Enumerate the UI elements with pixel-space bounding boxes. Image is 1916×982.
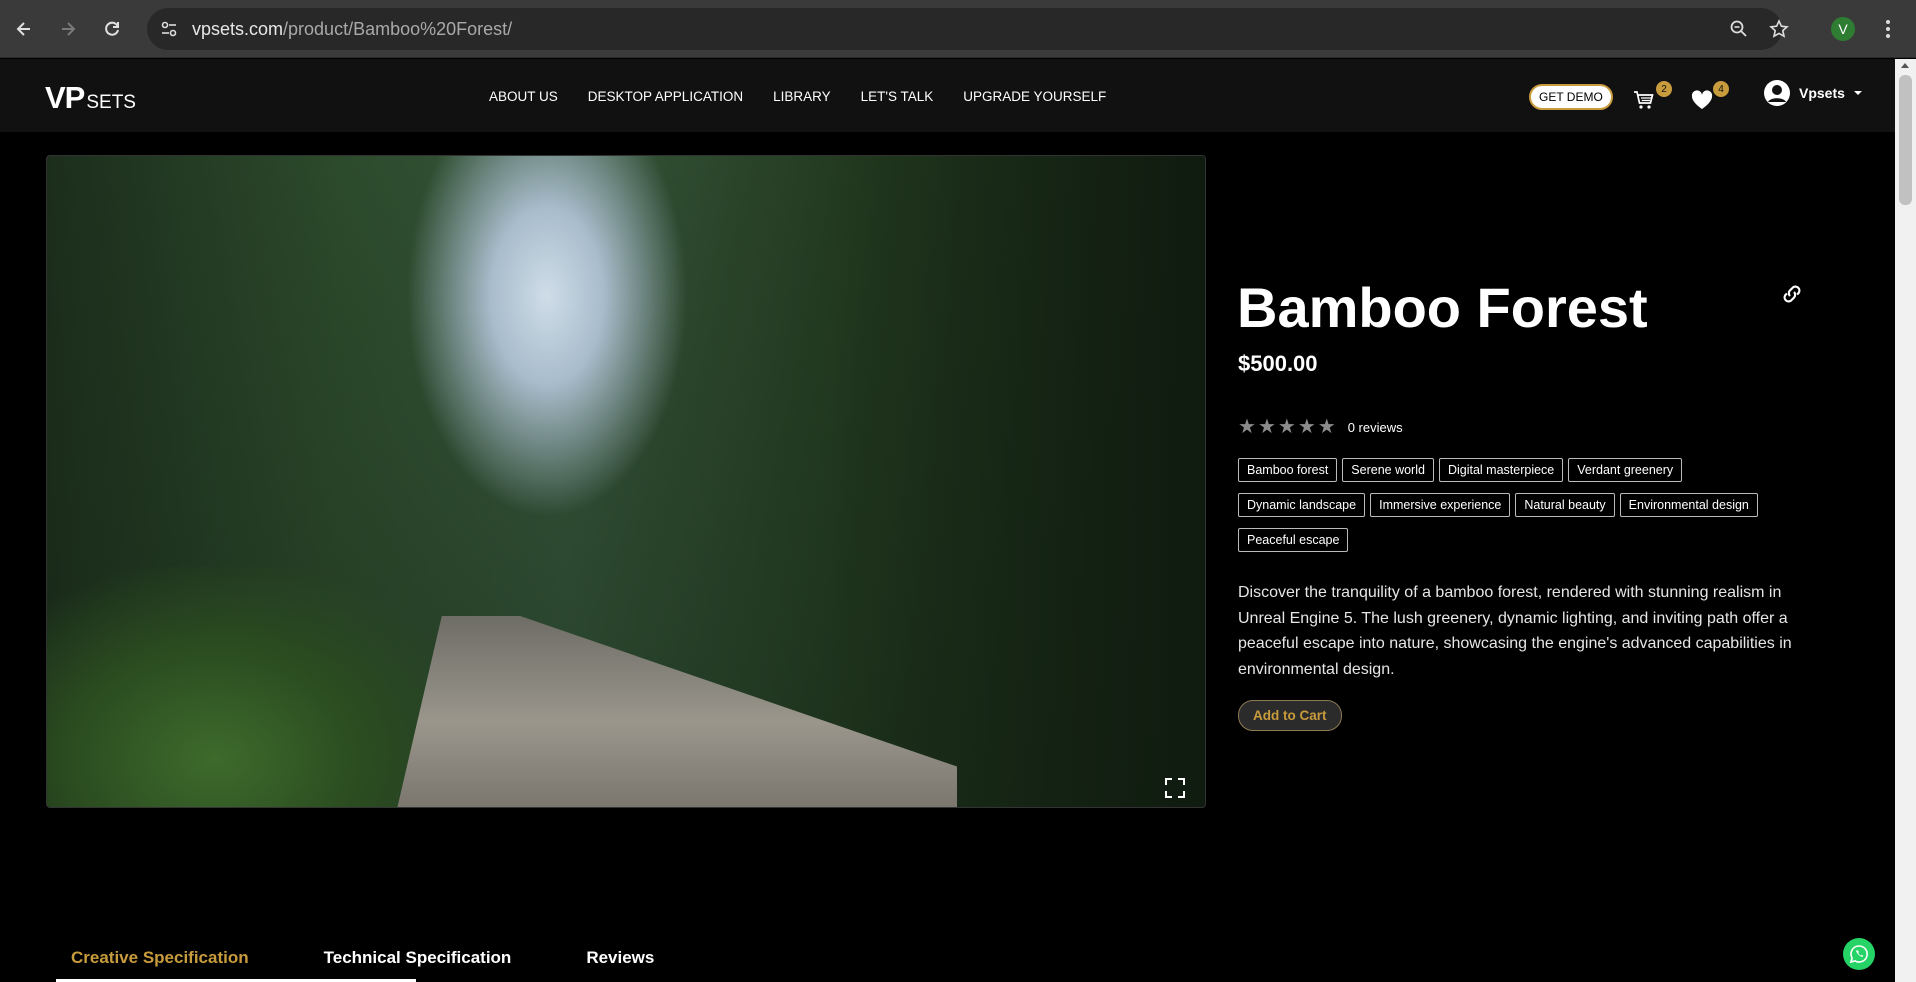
user-name: Vpsets bbox=[1799, 85, 1845, 101]
whatsapp-icon bbox=[1849, 945, 1868, 964]
tag-item[interactable]: Bamboo forest bbox=[1238, 458, 1338, 482]
product-price: $500.00 bbox=[1238, 351, 1318, 376]
tag-item[interactable]: Environmental design bbox=[1619, 493, 1758, 517]
tag-item[interactable]: Peaceful escape bbox=[1238, 528, 1349, 552]
zoom-icon bbox=[1730, 20, 1747, 37]
forward-button[interactable] bbox=[53, 14, 83, 44]
reviews-count[interactable]: 0 reviews bbox=[1348, 420, 1403, 435]
tag-item[interactable]: Dynamic landscape bbox=[1238, 493, 1366, 517]
add-to-cart-button[interactable]: Add to Cart bbox=[1238, 700, 1342, 731]
cart-button[interactable] bbox=[1631, 87, 1657, 113]
tag-item[interactable]: Immersive experience bbox=[1370, 493, 1511, 517]
tab-creative-specification[interactable]: Creative Specification bbox=[71, 948, 249, 968]
star-icon: ★ bbox=[1317, 416, 1336, 438]
star-icon: ★ bbox=[1238, 416, 1256, 438]
link-icon[interactable] bbox=[1780, 282, 1804, 306]
nav-desktop-application[interactable]: DESKTOP APPLICATION bbox=[588, 89, 743, 104]
whatsapp-chat-button[interactable] bbox=[1843, 938, 1875, 970]
nav-upgrade-yourself[interactable]: UPGRADE YOURSELF bbox=[963, 89, 1106, 104]
url-path: /product/Bamboo%20Forest/ bbox=[283, 19, 513, 39]
wishlist-count-badge: 4 bbox=[1713, 81, 1729, 97]
get-demo-button[interactable]: GET DEMO bbox=[1529, 84, 1613, 110]
caret-down-icon bbox=[1853, 91, 1862, 95]
star-icon bbox=[1769, 19, 1789, 38]
back-button[interactable] bbox=[9, 14, 39, 44]
reload-icon bbox=[105, 21, 119, 36]
nav-lets-talk[interactable]: LET'S TALK bbox=[861, 89, 934, 104]
star-icon: ★ bbox=[1297, 416, 1316, 438]
product-title: Bamboo Forest bbox=[1237, 276, 1648, 339]
user-icon bbox=[1764, 80, 1790, 106]
zoom-button[interactable] bbox=[1727, 17, 1751, 41]
star-icon: ★ bbox=[1257, 416, 1276, 438]
reload-button[interactable] bbox=[97, 14, 127, 44]
site-header: VP SETS ABOUT US DESKTOP APPLICATION LIB… bbox=[0, 59, 1895, 132]
kebab-icon bbox=[1886, 20, 1890, 38]
logo-sets: SETS bbox=[86, 92, 136, 113]
browser-toolbar: vpsets.com/product/Bamboo%20Forest/ V bbox=[0, 0, 1916, 58]
bookmark-button[interactable] bbox=[1767, 17, 1791, 41]
site-logo[interactable]: VP SETS bbox=[45, 80, 136, 116]
cart-count-badge: 2 bbox=[1656, 81, 1672, 97]
image-foliage bbox=[825, 156, 1205, 807]
site-info-button[interactable] bbox=[157, 17, 181, 41]
product-description: Discover the tranquility of a bamboo for… bbox=[1238, 584, 1792, 678]
product-tags: Bamboo forest Serene world Digital maste… bbox=[1238, 458, 1798, 552]
url-text: vpsets.com/product/Bamboo%20Forest/ bbox=[192, 19, 512, 40]
heart-icon bbox=[1691, 90, 1713, 109]
tag-item[interactable]: Digital masterpiece bbox=[1438, 458, 1564, 482]
browser-menu-button[interactable] bbox=[1876, 17, 1900, 41]
browser-profile-avatar[interactable]: V bbox=[1831, 17, 1855, 41]
scrollbar-thumb[interactable] bbox=[1899, 75, 1912, 205]
url-domain: vpsets.com bbox=[192, 19, 284, 39]
nav-about-us[interactable]: ABOUT US bbox=[489, 89, 558, 104]
tune-icon bbox=[161, 21, 177, 37]
cart-icon bbox=[1634, 91, 1654, 109]
wishlist-button[interactable] bbox=[1689, 87, 1715, 113]
user-menu[interactable]: Vpsets bbox=[1763, 79, 1863, 107]
product-image[interactable] bbox=[46, 155, 1206, 808]
logo-vp: VP bbox=[45, 80, 85, 115]
page-scrollbar[interactable] bbox=[1895, 59, 1916, 982]
scroll-up-icon[interactable] bbox=[1901, 63, 1909, 68]
arrow-left-icon bbox=[16, 22, 30, 36]
tab-technical-specification[interactable]: Technical Specification bbox=[324, 948, 512, 968]
nav-library[interactable]: LIBRARY bbox=[773, 89, 831, 104]
tag-item[interactable]: Verdant greenery bbox=[1568, 458, 1683, 482]
tag-item[interactable]: Serene world bbox=[1342, 458, 1434, 482]
fullscreen-icon[interactable] bbox=[1164, 777, 1186, 799]
tab-reviews[interactable]: Reviews bbox=[586, 948, 654, 968]
arrow-right-icon bbox=[62, 22, 76, 36]
address-bar[interactable]: vpsets.com/product/Bamboo%20Forest/ bbox=[147, 8, 1789, 50]
product-rating: ★ ★ ★ ★ ★ 0 reviews bbox=[1238, 417, 1403, 437]
image-ferns bbox=[47, 567, 467, 807]
main-nav: ABOUT US DESKTOP APPLICATION LIBRARY LET… bbox=[489, 89, 1106, 104]
tag-item[interactable]: Natural beauty bbox=[1515, 493, 1615, 517]
star-icon: ★ bbox=[1277, 416, 1296, 438]
spec-tabs: Creative Specification Technical Specifi… bbox=[56, 948, 654, 968]
